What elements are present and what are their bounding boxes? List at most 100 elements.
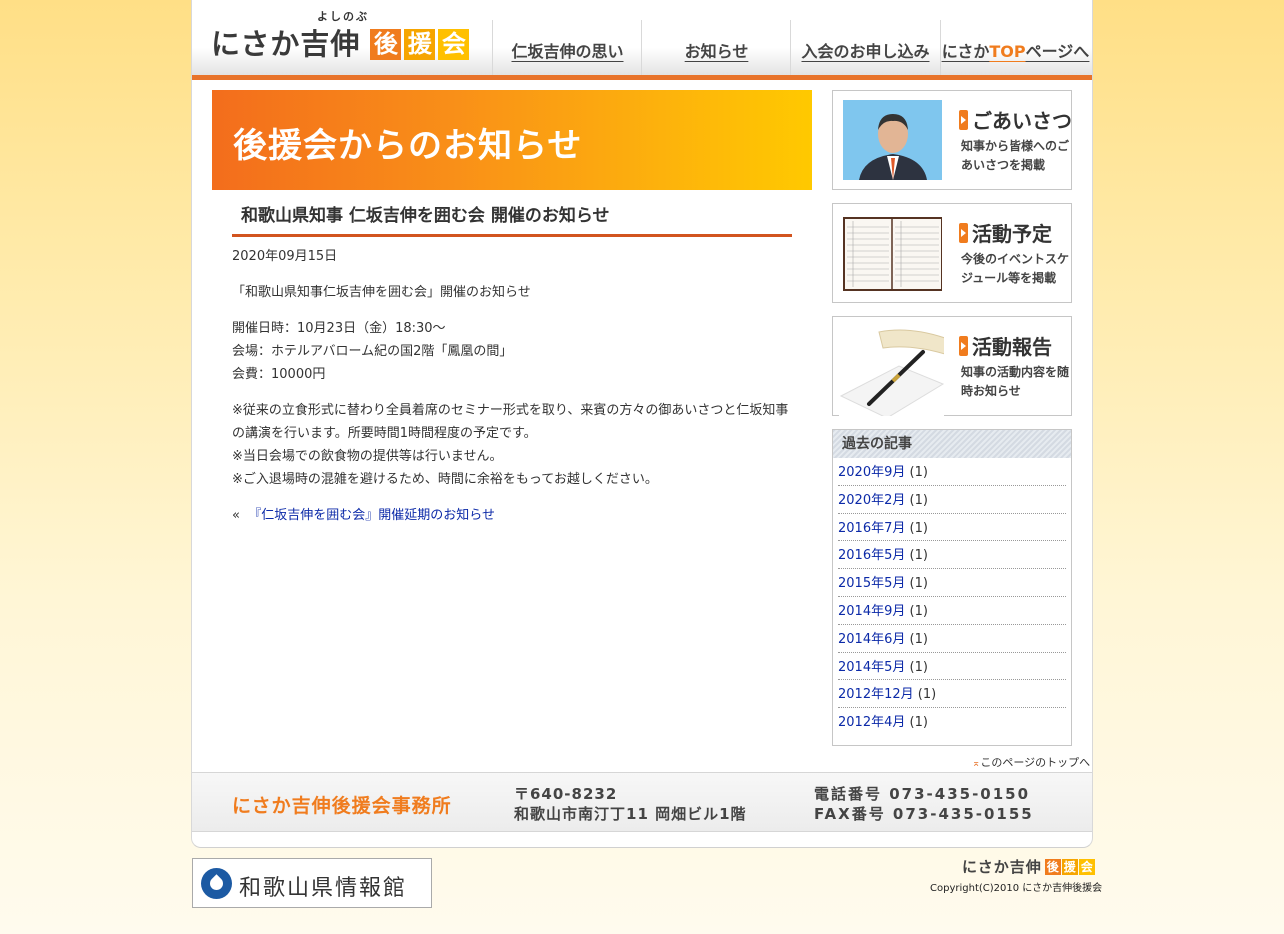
arrow-marker-icon (959, 222, 968, 243)
nav-item-news[interactable]: お知らせ (641, 20, 791, 75)
article-intro: 「和歌山県知事仁坂吉伸を囲む会」開催のお知らせ (232, 285, 531, 300)
nav-label-accent: TOP (989, 42, 1026, 61)
note-format: ※従来の立食形式に替わり全員着席のセミナー形式を取り、来賓の方々の御あいさつと仁… (232, 403, 789, 441)
prev-marker: « (232, 508, 240, 523)
detail-venue: 会場：ホテルアバローム紀の国2階「鳳凰の間」 (232, 344, 513, 359)
prev-article-link[interactable]: 『仁坂吉伸を囲む会』開催延期のお知らせ (248, 508, 495, 523)
logo-name: にさか吉伸 (211, 27, 361, 61)
note-entry: ※ご入退場時の混雑を避けるため、時間に余裕をもってお越しください。 (232, 472, 658, 487)
info-banner-label: 和歌山県情報館 (239, 876, 408, 901)
report-paper-pen-image (839, 326, 946, 419)
archive-count: (1) (909, 659, 928, 675)
logo-ruby: よしのぶ (317, 10, 369, 23)
sidebar-schedule-banner[interactable]: 活動予定 今後のイベントスケジュール等を掲載 (832, 203, 1072, 303)
archive-link[interactable]: 2016年7月 (838, 521, 905, 536)
nav-item-label: にさかTOPページへ (942, 38, 1090, 62)
wakayama-info-icon (201, 868, 232, 899)
archive-count: (1) (909, 492, 928, 508)
list-item: 2015年5月 (1) (838, 569, 1066, 597)
footer-postal: 〒640-8232 (514, 785, 618, 803)
footer-logo-box-2: 援 (1061, 858, 1078, 875)
footer-logo-box-1: 後 (1044, 858, 1061, 875)
sidebar-greeting-banner[interactable]: ごあいさつ 知事から皆様へのごあいさつを掲載 (832, 90, 1072, 190)
prev-article-nav: « 『仁坂吉伸を囲む会』開催延期のお知らせ (232, 504, 495, 527)
archive-count: (1) (909, 576, 928, 592)
archive-title: 過去の記事 (833, 430, 1071, 458)
footer-contact: 電話番号 073-435-0150 FAX番号 073-435-0155 (814, 784, 1034, 824)
detail-datetime: 開催日時：10月23日（金）18:30～ (232, 321, 446, 336)
archive-link[interactable]: 2015年5月 (838, 576, 905, 591)
nav-item-top-page[interactable]: にさかTOPページへ (940, 20, 1090, 75)
list-item: 2012年4月 (1) (838, 708, 1066, 736)
article-details: 開催日時：10月23日（金）18:30～ 会場：ホテルアバローム紀の国2階「鳳凰… (232, 317, 512, 386)
schedule-title-text: 活動予定 (972, 222, 1052, 246)
archive-link[interactable]: 2020年2月 (838, 493, 905, 508)
footer: にさか吉伸後援会事務所 〒640-8232 和歌山市南汀丁11 岡畑ビル1階 電… (192, 772, 1092, 832)
footer-logo-box-3: 会 (1078, 858, 1095, 875)
footer-fax: FAX番号 073-435-0155 (814, 805, 1034, 823)
archive-count: (1) (909, 465, 928, 480)
logo-box-3: 会 (438, 28, 470, 60)
page-title: 後援会からのお知らせ (233, 126, 583, 166)
page-container: よしのぶ にさか吉伸 後 援 会 仁坂吉伸の思い お知らせ 入会のお申し込み に… (191, 0, 1093, 848)
archive-count: (1) (909, 520, 928, 536)
nav-item-membership[interactable]: 入会のお申し込み (790, 20, 940, 75)
archive-box: 過去の記事 2020年9月 (1) 2020年2月 (1) 2016年7月 (1… (832, 429, 1072, 746)
list-item: 2014年6月 (1) (838, 625, 1066, 653)
page-banner: 後援会からのお知らせ (212, 90, 812, 190)
archive-link[interactable]: 2012年12月 (838, 687, 914, 702)
arrow-marker-icon (959, 109, 968, 130)
page-top-label: このページのトップへ (980, 756, 1091, 769)
footer-office-name: にさか吉伸後援会事務所 (232, 795, 452, 817)
note-food: ※当日会場での飲食物の提供等は行いません。 (232, 449, 503, 464)
list-item: 2020年2月 (1) (838, 486, 1066, 514)
list-item: 2016年5月 (1) (838, 541, 1066, 570)
greeting-desc: 知事から皆様へのごあいさつを掲載 (961, 139, 1070, 172)
list-item: 2014年5月 (1) (838, 653, 1066, 681)
footer-logo: にさか吉伸 後 援 会 (962, 856, 1095, 877)
archive-count: (1) (917, 687, 937, 703)
footer-street: 和歌山市南汀丁11 岡畑ビル1階 (514, 805, 747, 823)
archive-count: (1) (909, 548, 928, 564)
sidebar-report-banner[interactable]: 活動報告 知事の活動内容を随時お知らせ (832, 316, 1072, 419)
footer-address: 〒640-8232 和歌山市南汀丁11 岡畑ビル1階 (514, 784, 747, 824)
archive-list: 2020年9月 (1) 2020年2月 (1) 2016年7月 (1) 2016… (833, 458, 1071, 736)
archive-link[interactable]: 2014年9月 (838, 604, 905, 619)
governor-photo (843, 100, 942, 180)
report-title: 活動報告 (959, 331, 1052, 360)
list-item: 2014年9月 (1) (838, 597, 1066, 625)
greeting-title: ごあいさつ (959, 105, 1072, 134)
article-date: 2020年09月15日 (232, 249, 338, 264)
wakayama-info-banner[interactable]: 和歌山県情報館 (192, 858, 432, 908)
nav-label-pre: にさか (941, 42, 990, 61)
archive-count: (1) (909, 631, 928, 647)
archive-count: (1) (909, 603, 928, 619)
list-item: 2012年12月 (1) (838, 680, 1066, 709)
article-notes: ※従来の立食形式に替わり全員着席のセミナー形式を取り、来賓の方々の御あいさつと仁… (232, 399, 797, 491)
header: よしのぶ にさか吉伸 後 援 会 仁坂吉伸の思い お知らせ 入会のお申し込み に… (192, 0, 1092, 80)
schedule-title: 活動予定 (959, 218, 1052, 247)
list-item: 2016年7月 (1) (838, 514, 1066, 542)
nav-item-label: お知らせ (684, 42, 749, 61)
nav-item-label: 仁坂吉伸の思い (511, 42, 624, 61)
archive-link[interactable]: 2014年5月 (838, 660, 905, 675)
page-top-link[interactable]: ⌅このページのトップへ (972, 754, 1090, 770)
nav-item-thoughts[interactable]: 仁坂吉伸の思い (492, 20, 642, 75)
archive-link[interactable]: 2012年4月 (838, 715, 905, 730)
nav-label-post: ページへ (1025, 42, 1090, 61)
article-title: 和歌山県知事 仁坂吉伸を囲む会 開催のお知らせ (232, 203, 792, 237)
archive-count: (1) (909, 715, 928, 731)
schedule-desc: 今後のイベントスケジュール等を掲載 (961, 252, 1070, 285)
greeting-title-text: ごあいさつ (972, 109, 1072, 133)
logo-box-1: 後 (370, 28, 402, 60)
logo-box-2: 援 (404, 28, 436, 60)
arrow-marker-icon (959, 335, 968, 356)
schedule-book-image (843, 213, 943, 293)
footer-tel: 電話番号 073-435-0150 (814, 785, 1031, 803)
detail-fee: 会費：10000円 (232, 367, 326, 382)
archive-link[interactable]: 2016年5月 (838, 548, 905, 563)
report-title-text: 活動報告 (972, 335, 1052, 359)
archive-link[interactable]: 2014年6月 (838, 632, 905, 647)
footer-logo-name: にさか吉伸 (962, 858, 1042, 876)
archive-link[interactable]: 2020年9月 (838, 465, 905, 480)
